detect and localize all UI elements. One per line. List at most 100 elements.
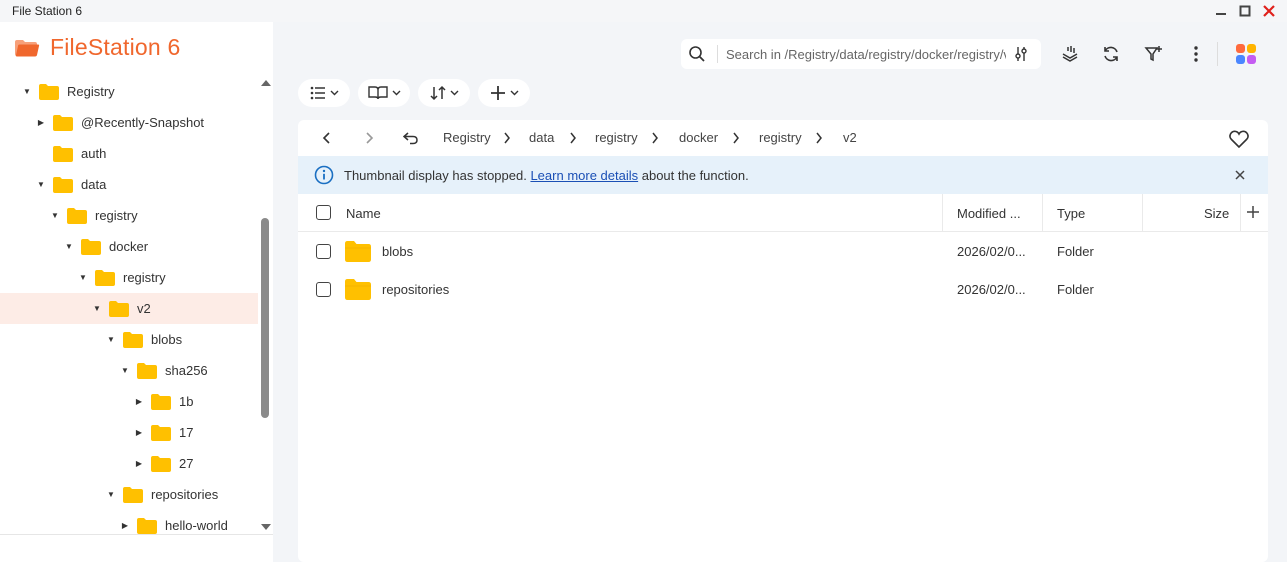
breadcrumb-item-current[interactable]: v2 — [843, 130, 857, 145]
breadcrumb-item[interactable]: registry — [595, 130, 638, 145]
search-input[interactable] — [726, 46, 1006, 62]
breadcrumb-item[interactable]: Registry — [443, 130, 491, 145]
collapse-arrow-icon[interactable]: ▶ — [120, 521, 130, 531]
collapse-arrow-icon[interactable]: ▶ — [134, 459, 144, 469]
folder-icon — [151, 455, 171, 472]
book-icon — [367, 86, 388, 100]
breadcrumb-item[interactable]: data — [529, 130, 554, 145]
folder-icon — [67, 207, 87, 224]
search-divider — [717, 45, 718, 63]
tree-item-label: sha256 — [165, 363, 208, 378]
tree-item-blobs[interactable]: ▼ blobs — [0, 324, 258, 355]
search-box[interactable] — [681, 39, 1041, 69]
expand-arrow-icon[interactable]: ▼ — [22, 87, 32, 97]
tree-item-v2[interactable]: ▼ v2 — [0, 293, 258, 324]
tree-item-label: v2 — [137, 301, 151, 316]
expand-arrow-icon[interactable]: ▼ — [92, 304, 102, 314]
tree-item-label: auth — [81, 146, 107, 161]
notice-text-after: about the function. — [638, 167, 749, 183]
table-row[interactable]: blobs 2026/02/0... Folder — [298, 232, 1268, 270]
folder-icon — [39, 83, 59, 100]
table-row[interactable]: repositories 2026/02/0... Folder — [298, 270, 1268, 308]
back-icon[interactable] — [317, 128, 337, 148]
maximize-icon[interactable] — [1233, 0, 1257, 22]
main-area: Registry data registry docker registry v… — [273, 22, 1287, 562]
column-divider[interactable] — [1042, 194, 1043, 232]
learn-more-link[interactable]: Learn more details — [530, 168, 638, 183]
folder-icon — [137, 362, 157, 379]
app-logo: FileStation 6 — [14, 34, 180, 61]
tree-item-27[interactable]: ▶ 27 — [0, 448, 258, 479]
view-mode-button[interactable] — [298, 79, 350, 107]
scroll-down-icon[interactable] — [261, 524, 271, 530]
info-icon — [314, 165, 334, 185]
select-all-checkbox[interactable] — [316, 205, 331, 220]
expand-arrow-icon[interactable]: ▼ — [120, 366, 130, 376]
favorite-heart-icon[interactable] — [1228, 128, 1250, 150]
expand-arrow-icon[interactable]: ▼ — [64, 242, 74, 252]
create-button[interactable] — [478, 79, 530, 107]
expand-arrow-icon[interactable]: ▼ — [106, 490, 116, 500]
app-name: FileStation 6 — [50, 34, 181, 60]
apps-icon[interactable] — [1234, 42, 1258, 66]
sort-button[interactable] — [418, 79, 470, 107]
search-settings-icon[interactable] — [1012, 45, 1030, 63]
close-icon[interactable] — [1234, 169, 1246, 181]
column-modified[interactable]: Modified ... — [957, 206, 1021, 221]
tree-item-registry-inner[interactable]: ▼ registry — [0, 262, 258, 293]
window-title: File Station 6 — [12, 4, 83, 18]
tree-item-repositories[interactable]: ▼ repositories — [0, 479, 258, 510]
refresh-icon[interactable] — [1099, 42, 1123, 66]
more-vertical-icon[interactable] — [1184, 42, 1208, 66]
minimize-icon[interactable] — [1209, 0, 1233, 22]
folder-icon — [123, 486, 143, 503]
expand-arrow-icon[interactable]: ▼ — [36, 180, 46, 190]
stack-icon[interactable] — [1058, 42, 1082, 66]
up-level-icon[interactable] — [401, 128, 421, 148]
folder-icon — [137, 517, 157, 534]
folder-icon — [109, 300, 129, 317]
column-size[interactable]: Size — [1204, 206, 1229, 221]
tree-item-label: 27 — [179, 456, 194, 471]
tree-item-sha256[interactable]: ▼ sha256 — [0, 355, 258, 386]
breadcrumb-item[interactable]: docker — [679, 130, 718, 145]
tree-item-hello-world[interactable]: ▶ hello-world — [0, 510, 258, 534]
scrollbar-thumb[interactable] — [261, 218, 269, 418]
breadcrumb-item[interactable]: registry — [759, 130, 802, 145]
tree-item-auth[interactable]: auth — [0, 138, 258, 169]
row-checkbox[interactable] — [316, 282, 331, 297]
column-divider[interactable] — [1142, 194, 1143, 232]
tree-item-17[interactable]: ▶ 17 — [0, 417, 258, 448]
tree-item-recently-snapshot[interactable]: ▶ @Recently-Snapshot — [0, 107, 258, 138]
folder-icon — [53, 176, 73, 193]
reading-mode-button[interactable] — [358, 79, 410, 107]
collapse-arrow-icon[interactable]: ▶ — [36, 118, 46, 128]
folder-icon — [123, 331, 143, 348]
tree-item-data[interactable]: ▼ data — [0, 169, 258, 200]
column-divider[interactable] — [1240, 194, 1241, 232]
tree-item-label: 1b — [179, 394, 194, 409]
tree-item-label: @Recently-Snapshot — [81, 115, 205, 130]
forward-icon[interactable] — [359, 128, 379, 148]
tree-item-1b[interactable]: ▶ 1b — [0, 386, 258, 417]
column-divider[interactable] — [942, 194, 943, 232]
tree-item-docker[interactable]: ▼ docker — [0, 231, 258, 262]
scroll-up-icon[interactable] — [261, 80, 271, 86]
tree-item-registry[interactable]: ▼ registry — [0, 200, 258, 231]
collapse-arrow-icon[interactable]: ▶ — [134, 397, 144, 407]
filter-add-icon[interactable] — [1142, 42, 1166, 66]
column-type[interactable]: Type — [1057, 206, 1085, 221]
close-icon[interactable] — [1257, 0, 1281, 22]
folder-tree[interactable]: ▼ Registry ▶ @Recently-Snapshot auth ▼ d… — [0, 76, 258, 534]
column-name[interactable]: Name — [346, 206, 381, 221]
folder-icon — [151, 393, 171, 410]
collapse-arrow-icon[interactable]: ▶ — [134, 428, 144, 438]
add-column-icon[interactable] — [1246, 205, 1260, 219]
tree-item-label: hello-world — [165, 518, 228, 533]
expand-arrow-icon[interactable]: ▼ — [106, 335, 116, 345]
tree-item-registry-root[interactable]: ▼ Registry — [0, 76, 258, 107]
row-checkbox[interactable] — [316, 244, 331, 259]
expand-arrow-icon[interactable]: ▼ — [78, 273, 88, 283]
tree-scrollbar[interactable] — [259, 80, 271, 534]
expand-arrow-icon[interactable]: ▼ — [50, 211, 60, 221]
